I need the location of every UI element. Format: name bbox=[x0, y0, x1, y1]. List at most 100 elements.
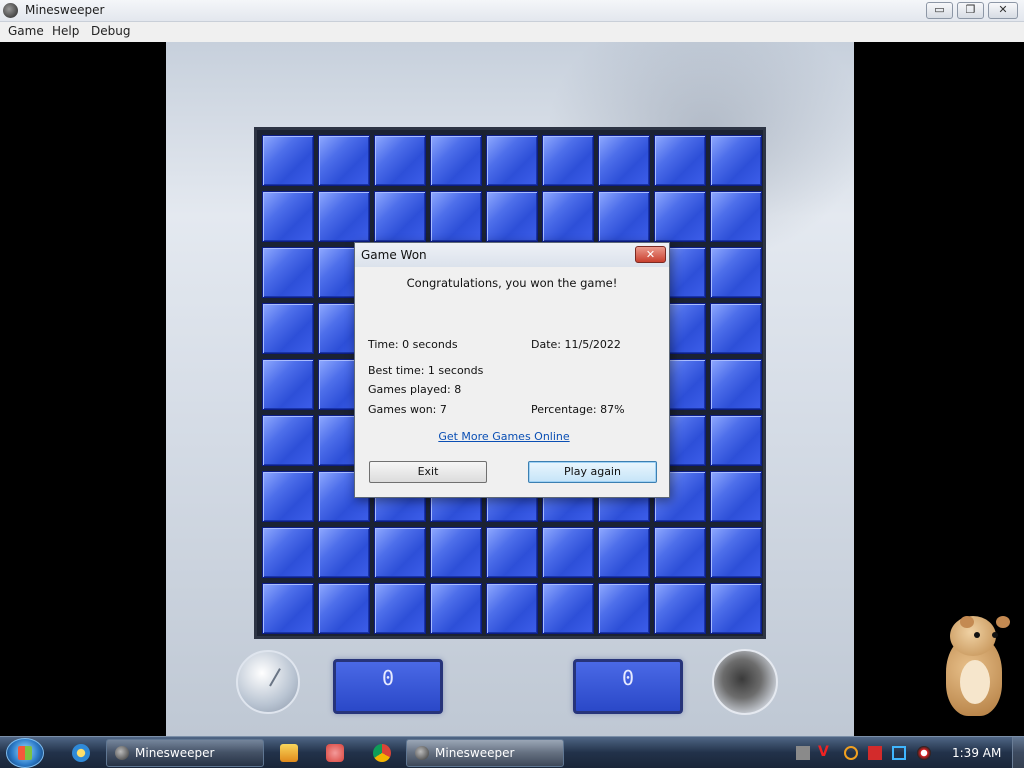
minefield-tile[interactable] bbox=[654, 583, 706, 634]
minefield-tile[interactable] bbox=[262, 303, 314, 354]
restore-button[interactable]: ❐ bbox=[957, 2, 984, 19]
minefield-tile[interactable] bbox=[262, 135, 314, 186]
windows-logo-icon bbox=[18, 746, 32, 760]
minefield-tile[interactable] bbox=[262, 359, 314, 410]
clock-hand bbox=[269, 668, 281, 687]
minefield-tile[interactable] bbox=[710, 303, 762, 354]
sound-icon[interactable] bbox=[917, 746, 931, 760]
dialog-title: Game Won bbox=[361, 248, 427, 262]
minefield-tile[interactable] bbox=[598, 191, 650, 242]
clock-icon bbox=[236, 650, 300, 714]
best-time-stat: Best time: 1 seconds bbox=[368, 364, 484, 377]
congratulations-message: Congratulations, you won the game! bbox=[406, 276, 618, 290]
mine-icon bbox=[712, 649, 778, 715]
app-icon[interactable] bbox=[326, 744, 344, 762]
taskbar-clock[interactable]: 1:39 AM bbox=[952, 746, 1001, 760]
minefield-tile[interactable] bbox=[374, 135, 426, 186]
minefield-tile[interactable] bbox=[430, 527, 482, 578]
desktop-screen: Minesweeper ▭ ❐ ✕ Game Help Debug 0 0 Ga… bbox=[0, 0, 1024, 768]
minefield-tile[interactable] bbox=[374, 191, 426, 242]
window-title: Minesweeper bbox=[25, 3, 105, 17]
menu-help[interactable]: Help bbox=[52, 24, 79, 38]
taskbar-button-label: Minesweeper bbox=[135, 746, 215, 760]
hamster-head bbox=[950, 616, 1010, 656]
search-icon[interactable] bbox=[844, 746, 858, 760]
games-played-stat: Games played: 8 bbox=[368, 383, 462, 396]
minefield-tile[interactable] bbox=[710, 471, 762, 522]
hamster-eye bbox=[992, 632, 998, 638]
mine-counter-value: 0 bbox=[622, 666, 635, 690]
hamster-ear bbox=[960, 616, 974, 628]
minefield-tile[interactable] bbox=[542, 583, 594, 634]
minefield-tile[interactable] bbox=[542, 527, 594, 578]
media-player-icon[interactable] bbox=[280, 744, 298, 762]
menu-bar: Game Help Debug bbox=[0, 22, 1024, 42]
minefield-tile[interactable] bbox=[262, 415, 314, 466]
exit-button[interactable]: Exit bbox=[369, 461, 487, 483]
flag-icon[interactable] bbox=[868, 746, 882, 760]
minefield-tile[interactable] bbox=[654, 135, 706, 186]
minefield-tile[interactable] bbox=[710, 191, 762, 242]
taskbar-minesweeper-active-button[interactable]: Minesweeper bbox=[406, 739, 564, 767]
minefield-tile[interactable] bbox=[262, 583, 314, 634]
minefield-tile[interactable] bbox=[486, 583, 538, 634]
start-button[interactable] bbox=[6, 738, 44, 768]
minefield-tile[interactable] bbox=[710, 583, 762, 634]
minefield-tile[interactable] bbox=[654, 527, 706, 578]
minefield-tile[interactable] bbox=[486, 191, 538, 242]
game-won-dialog: Game Won ✕ Congratulations, you won the … bbox=[354, 242, 670, 498]
minefield-tile[interactable] bbox=[318, 135, 370, 186]
minefield-tile[interactable] bbox=[710, 415, 762, 466]
v-icon[interactable]: V bbox=[818, 744, 832, 760]
tray-app-icon[interactable] bbox=[796, 746, 810, 760]
minefield-tile[interactable] bbox=[710, 359, 762, 410]
minefield-tile[interactable] bbox=[430, 583, 482, 634]
minefield-tile[interactable] bbox=[542, 191, 594, 242]
window-title-bar[interactable]: Minesweeper ▭ ❐ ✕ bbox=[0, 0, 1024, 22]
minefield-tile[interactable] bbox=[430, 135, 482, 186]
close-button[interactable]: ✕ bbox=[988, 2, 1018, 19]
minefield-tile[interactable] bbox=[710, 135, 762, 186]
time-counter-value: 0 bbox=[382, 666, 395, 690]
minefield-tile[interactable] bbox=[486, 527, 538, 578]
taskbar-button-label: Minesweeper bbox=[435, 746, 515, 760]
time-stat: Time: 0 seconds bbox=[368, 338, 458, 351]
chrome-icon[interactable] bbox=[373, 744, 391, 762]
display-icon[interactable] bbox=[892, 746, 906, 760]
show-desktop-button[interactable] bbox=[1012, 737, 1024, 768]
minefield-tile[interactable] bbox=[654, 191, 706, 242]
hamster-eye bbox=[974, 632, 980, 638]
percentage-stat: Percentage: 87% bbox=[531, 403, 625, 416]
time-counter: 0 bbox=[333, 659, 443, 714]
minefield-tile[interactable] bbox=[318, 191, 370, 242]
minefield-tile[interactable] bbox=[486, 135, 538, 186]
minefield-tile[interactable] bbox=[262, 247, 314, 298]
minefield-tile[interactable] bbox=[318, 583, 370, 634]
minefield-tile[interactable] bbox=[542, 135, 594, 186]
menu-debug[interactable]: Debug bbox=[91, 24, 130, 38]
minimize-button[interactable]: ▭ bbox=[926, 2, 953, 19]
minesweeper-icon bbox=[3, 3, 18, 18]
minefield-tile[interactable] bbox=[262, 527, 314, 578]
minefield-tile[interactable] bbox=[374, 583, 426, 634]
minefield-tile[interactable] bbox=[598, 583, 650, 634]
hamster-ear bbox=[996, 616, 1010, 628]
minefield-tile[interactable] bbox=[262, 471, 314, 522]
minefield-tile[interactable] bbox=[318, 527, 370, 578]
minefield-tile[interactable] bbox=[598, 135, 650, 186]
minefield-tile[interactable] bbox=[262, 191, 314, 242]
games-won-stat: Games won: 7 bbox=[368, 403, 447, 416]
minefield-tile[interactable] bbox=[374, 527, 426, 578]
internet-explorer-icon[interactable] bbox=[72, 744, 90, 762]
minefield-tile[interactable] bbox=[710, 247, 762, 298]
minefield-tile[interactable] bbox=[598, 527, 650, 578]
taskbar-minesweeper-button[interactable]: Minesweeper bbox=[106, 739, 264, 767]
minefield-tile[interactable] bbox=[430, 191, 482, 242]
menu-game[interactable]: Game bbox=[8, 24, 44, 38]
minesweeper-icon bbox=[115, 746, 129, 760]
play-again-button[interactable]: Play again bbox=[528, 461, 657, 483]
dialog-title-bar[interactable]: Game Won ✕ bbox=[355, 243, 669, 267]
get-more-games-link[interactable]: Get More Games Online bbox=[355, 430, 653, 443]
minefield-tile[interactable] bbox=[710, 527, 762, 578]
dialog-close-button[interactable]: ✕ bbox=[635, 246, 666, 263]
